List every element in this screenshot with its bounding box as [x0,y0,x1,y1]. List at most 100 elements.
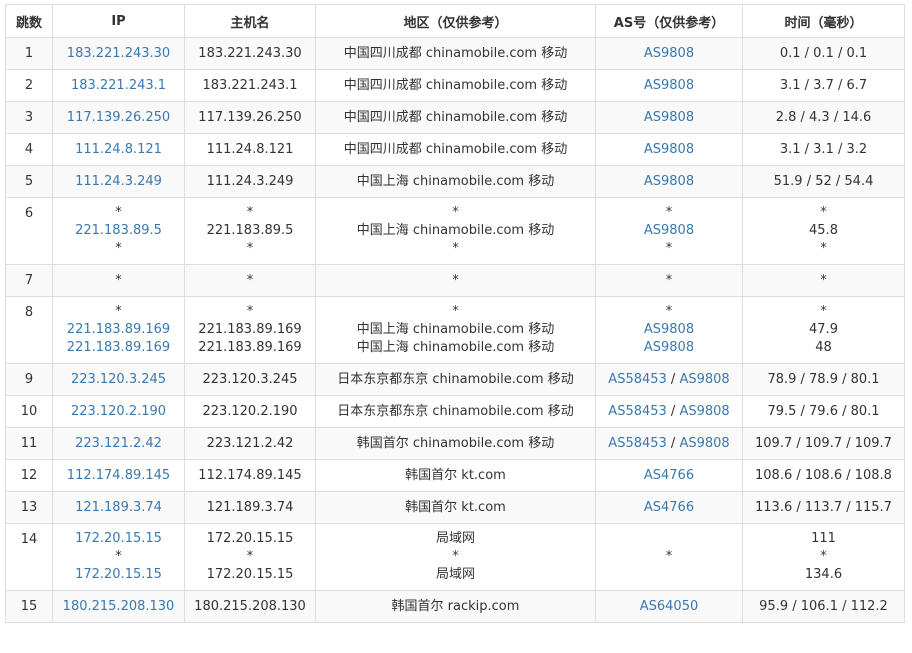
hostname-text: 112.174.89.145 [198,467,302,483]
ip-cell: 180.215.208.130 [52,590,185,623]
ip-link[interactable]: 223.121.2.42 [57,435,180,453]
header-hostname: 主机名 [184,4,316,38]
table-row: 8 * 221.183.89.169 221.183.89.169 * 221.183.8… [5,296,905,364]
asn-link[interactable]: AS9808 [679,436,729,451]
asn-link[interactable]: AS9808 [644,46,694,61]
asn-link[interactable]: AS58453 [608,436,667,451]
hostname-cell: 183.221.243.30 [184,37,316,70]
asn-line: * [600,272,738,290]
ip-link[interactable]: 121.189.3.74 [57,499,180,517]
table-header-row: 跳数 IP 主机名 地区（仅供参考） AS号（仅供参考） 时间（毫秒） [5,4,905,38]
time-cell: 113.6 / 113.7 / 115.7 [742,491,905,524]
hostname-cell: * 221.183.89.5 * [184,197,316,265]
hop-number: 3 [24,110,34,125]
asn-link[interactable]: AS64050 [640,599,699,614]
asn-line: AS9808 [600,141,738,159]
ip-link[interactable]: 183.221.243.30 [57,45,180,63]
hostname-text: 121.189.3.74 [206,499,294,515]
ip-link[interactable]: 221.183.89.5 [57,222,180,240]
asn-link[interactable]: AS9808 [644,174,694,189]
ip-cell: 172.20.15.15 * 172.20.15.15 [52,523,185,591]
asn-cell: * [595,264,743,297]
asn-text: * [665,272,673,288]
ip-link: * [115,549,122,564]
ip-link: * [115,205,122,220]
asn-link[interactable]: AS4766 [644,468,694,483]
ip-link[interactable]: 183.221.243.1 [57,77,180,95]
asn-cell: AS58453 / AS9808 [595,427,743,460]
region-cell: * 中国上海 chinamobile.com 移动 中国上海 chinamobile… [315,296,596,364]
hostname-cell: 223.121.2.42 [184,427,316,460]
asn-line: AS9808 [600,45,738,63]
hostname-cell: 172.20.15.15 * 172.20.15.15 [184,523,316,591]
ip-link[interactable]: 172.20.15.15 [57,566,180,584]
region-cell: 韩国首尔 chinamobile.com 移动 [315,427,596,460]
ip-cell: 183.221.243.30 [52,37,185,70]
hop-number: 14 [20,532,38,547]
time-cell: 51.9 / 52 / 54.4 [742,165,905,198]
asn-link[interactable]: AS4766 [644,500,694,515]
region-text: 日本东京都东京 chinamobile.com 移动 [337,403,574,419]
ip-link[interactable]: 172.20.15.15 [57,530,180,548]
asn-cell: * [595,523,743,591]
asn-link[interactable]: AS9808 [644,78,694,93]
time-text: * [820,304,827,319]
hop-cell: 9 [5,363,53,396]
hop-number: 13 [20,500,38,515]
ip-link[interactable]: 111.24.8.121 [57,141,180,159]
ip-link[interactable]: 117.139.26.250 [57,109,180,127]
ip-cell: * 221.183.89.5 * [52,197,185,265]
table-row: 7 * * * * * [5,264,905,297]
ip-link[interactable]: 111.24.3.249 [57,173,180,191]
hostname-cell: 223.120.3.245 [184,363,316,396]
asn-link[interactable]: AS58453 [608,372,667,387]
hop-number: 9 [24,372,34,387]
asn-link[interactable]: AS9808 [679,372,729,387]
time-text: 3.1 / 3.7 / 6.7 [779,77,868,93]
region-cell: 日本东京都东京 chinamobile.com 移动 [315,363,596,396]
hostname-text: 117.139.26.250 [198,109,302,125]
hop-cell: 15 [5,590,53,623]
asn-text: * [665,549,673,564]
region-text: 韩国首尔 chinamobile.com 移动 [356,435,555,451]
hostname-text: 221.183.89.5 [206,223,294,238]
asn-link[interactable]: AS9808 [644,110,694,125]
asn-link[interactable]: AS58453 [608,404,667,419]
time-cell: 78.9 / 78.9 / 80.1 [742,363,905,396]
hop-cell: 7 [5,264,53,297]
hostname-text: * [246,272,254,288]
asn-line: AS64050 [600,598,738,616]
table-row: 1 183.221.243.30 183.221.243.30 中国四川成都 chin… [5,37,905,70]
asn-line: * [600,204,738,222]
asn-link[interactable]: AS9808 [679,404,729,419]
ip-link[interactable]: 221.183.89.169 [57,321,180,339]
asn-cell: AS58453 / AS9808 [595,395,743,428]
region-text: 中国四川成都 chinamobile.com 移动 [343,77,568,93]
ip-link[interactable]: 223.120.2.190 [57,403,180,421]
asn-line: AS9808 [600,222,738,240]
hostname-text: 183.221.243.1 [202,77,298,93]
ip-link[interactable]: 221.183.89.169 [57,339,180,357]
region-cell: 韩国首尔 rackip.com [315,590,596,623]
region-text: * [452,241,459,256]
ip-link[interactable]: 112.174.89.145 [57,467,180,485]
time-cell: * 45.8 * [742,197,905,265]
hop-cell: 8 [5,296,53,364]
region-text: 中国四川成都 chinamobile.com 移动 [343,109,568,125]
ip-cell: 111.24.3.249 [52,165,185,198]
asn-link[interactable]: AS9808 [644,340,694,355]
region-cell: 中国四川成都 chinamobile.com 移动 [315,37,596,70]
asn-link[interactable]: AS9808 [644,223,694,238]
ip-link[interactable]: 180.215.208.130 [57,598,180,616]
hostname-text: 221.183.89.169 [198,322,302,337]
ip-link[interactable]: 223.120.3.245 [57,371,180,389]
asn-link[interactable]: AS9808 [644,322,694,337]
region-text: 局域网 [435,531,475,546]
asn-cell: AS58453 / AS9808 [595,363,743,396]
asn-link[interactable]: AS9808 [644,142,694,157]
hostname-cell: 223.120.2.190 [184,395,316,428]
hostname-text: * [246,205,254,220]
hop-number: 15 [20,599,38,614]
time-cell: 111 * 134.6 [742,523,905,591]
table-row: 11 223.121.2.42 223.121.2.42 韩国首尔 chinamobi… [5,427,905,460]
